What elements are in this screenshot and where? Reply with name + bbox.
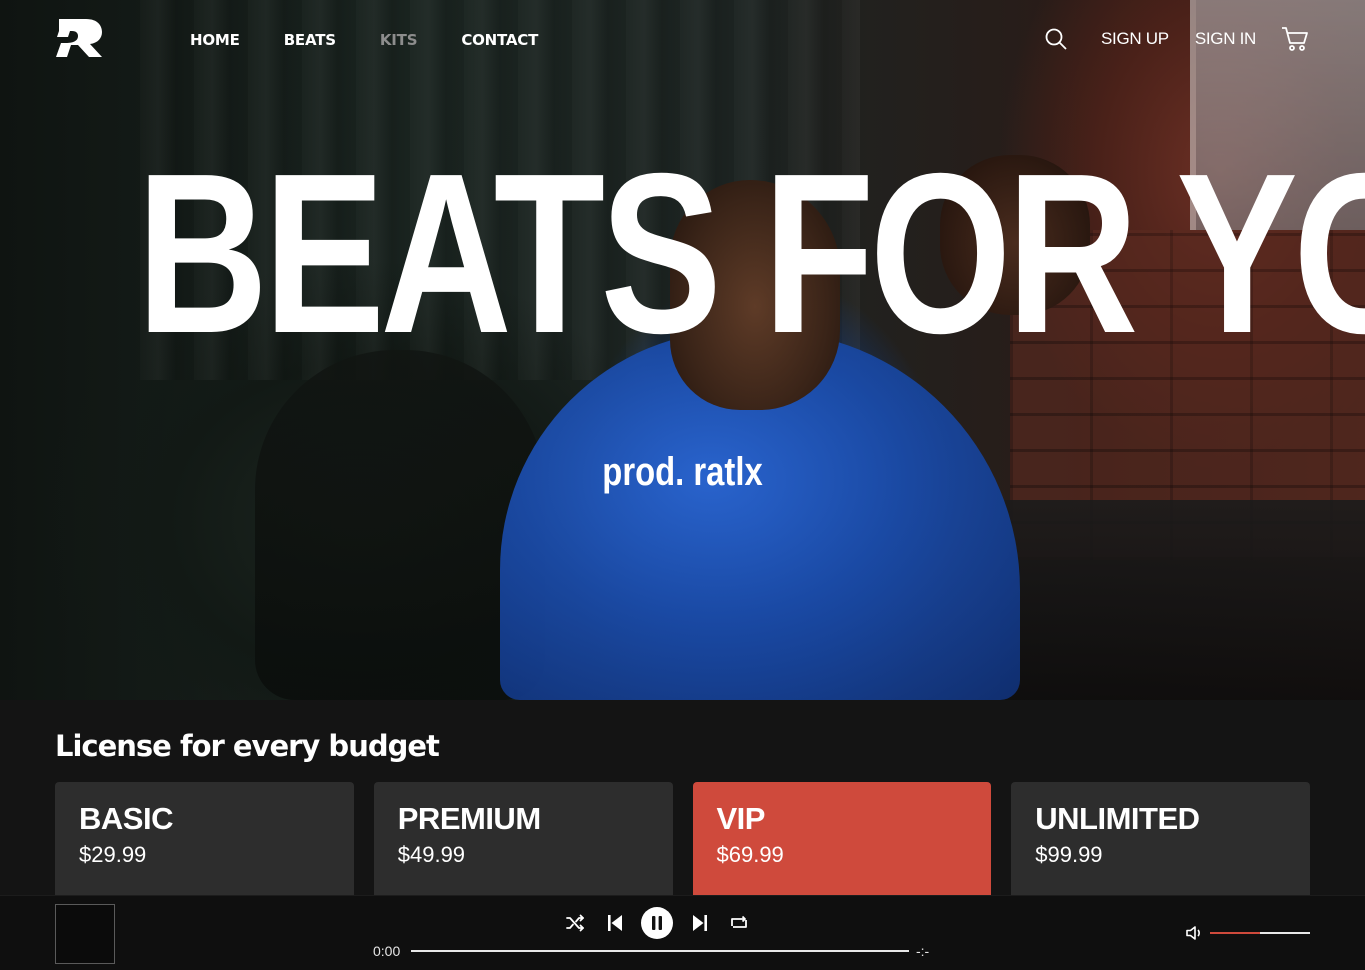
license-name: UNLIMITED	[1035, 801, 1200, 836]
seek-bar[interactable]	[411, 950, 909, 952]
license-name: BASIC	[79, 801, 173, 836]
pause-icon[interactable]	[641, 907, 673, 939]
hero-subtitle: prod. ratlx	[602, 450, 763, 494]
audio-player: 0:00 -:-	[0, 895, 1365, 970]
previous-icon[interactable]	[602, 910, 628, 936]
main-menu: HOME BEATS KITS CONTACT	[190, 30, 582, 50]
licenses-heading: License for every budget	[55, 729, 440, 763]
volume-slider[interactable]	[1210, 932, 1310, 934]
license-name: VIP	[716, 801, 766, 836]
license-price: $69.99	[716, 842, 784, 867]
volume-icon[interactable]	[1185, 923, 1205, 943]
nav-home-link[interactable]: HOME	[190, 30, 240, 50]
license-price: $29.99	[79, 842, 147, 867]
license-name: PREMIUM	[397, 801, 541, 836]
nav-kits-link[interactable]: KITS	[380, 30, 418, 50]
shuffle-icon[interactable]	[562, 910, 588, 936]
top-nav: HOME BEATS KITS CONTACT SIGN UP SIGN IN	[0, 0, 1365, 80]
track-duration: -:-	[916, 943, 930, 959]
nav-actions: SIGN UP SIGN IN	[1041, 24, 1310, 54]
hero-photo-desk	[1000, 500, 1365, 700]
nav-contact-link[interactable]: CONTACT	[461, 30, 538, 50]
volume-level	[1210, 932, 1260, 934]
hero-banner: BEATS FOR YOU prod. ratlx	[0, 0, 1365, 700]
license-price: $99.99	[1035, 842, 1103, 867]
player-controls	[562, 907, 752, 939]
sign-up-link[interactable]: SIGN UP	[1101, 24, 1169, 54]
cart-icon[interactable]	[1280, 24, 1310, 54]
license-price: $49.99	[397, 842, 466, 867]
nav-beats-link[interactable]: BEATS	[284, 30, 336, 50]
r-logo-icon[interactable]	[56, 16, 106, 60]
repeat-icon[interactable]	[726, 910, 752, 936]
hero-title: BEATS FOR YOU	[136, 127, 1365, 381]
search-icon[interactable]	[1041, 24, 1071, 54]
licenses-section: License for every budget BASIC $29.99 PR…	[0, 700, 1365, 922]
next-icon[interactable]	[687, 910, 713, 936]
track-artwork[interactable]	[55, 904, 115, 964]
sign-in-link[interactable]: SIGN IN	[1195, 24, 1256, 54]
current-time: 0:00	[373, 943, 401, 959]
